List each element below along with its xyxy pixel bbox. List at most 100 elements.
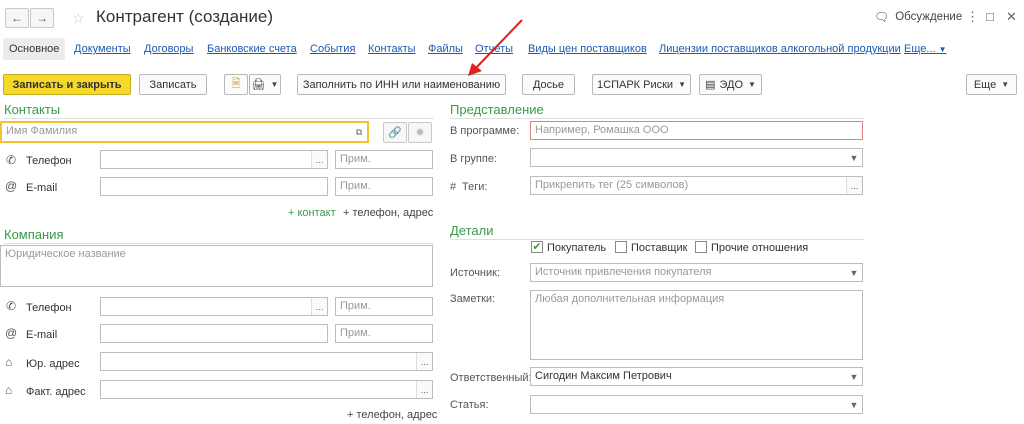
more-dots-icon[interactable]: ... — [416, 381, 432, 398]
legal-address-input[interactable]: ... — [100, 352, 433, 371]
tab-more[interactable]: Еще... ▼ — [904, 38, 947, 60]
responsible-value: Сигодин Максим Петрович — [535, 370, 672, 382]
create-based-on-button[interactable]: 🗎 — [224, 74, 248, 95]
email-icon: @ — [5, 179, 18, 193]
contact-name-input[interactable]: Имя Фамилия ⧉ — [0, 121, 369, 143]
details-section-title: Детали — [450, 223, 494, 238]
home-icon: ⌂ — [5, 355, 13, 369]
company-email-input[interactable] — [100, 324, 328, 343]
edo-icon: ▤ — [705, 79, 716, 91]
chevron-down-icon: ▼ — [678, 80, 686, 89]
tab-contacts[interactable]: Контакты — [368, 38, 416, 60]
source-placeholder: Источник привлечения покупателя — [535, 266, 712, 278]
tab-bank-accounts[interactable]: Банковские счета — [207, 38, 297, 60]
tags-label: Теги: — [462, 181, 488, 193]
tab-supplier-price-types[interactable]: Виды цен поставщиков — [528, 38, 647, 60]
tab-contracts[interactable]: Договоры — [144, 38, 193, 60]
tab-files[interactable]: Файлы — [428, 38, 463, 60]
discussion-label: Обсуждение — [895, 11, 963, 23]
company-email-note-input[interactable]: Прим. — [335, 324, 433, 343]
section-divider — [450, 239, 864, 240]
company-phone-input[interactable]: ... — [100, 297, 328, 316]
source-select[interactable]: Источник привлечения покупателя ▼ — [530, 263, 863, 282]
actual-address-label: Факт. адрес — [26, 386, 86, 398]
maximize-icon[interactable]: □ — [986, 9, 994, 24]
save-button[interactable]: Записать — [139, 74, 207, 95]
tags-placeholder: Прикрепить тег (25 символов) — [535, 179, 689, 191]
chevron-down-icon[interactable]: ▼ — [846, 396, 862, 413]
back-button[interactable]: ← — [5, 8, 29, 28]
favorite-star-icon[interactable]: ☆ — [72, 10, 85, 27]
in-group-select[interactable]: ▼ — [530, 148, 863, 167]
contact-email-note-input[interactable]: Прим. — [335, 177, 433, 196]
buyer-checkbox[interactable]: ✔ — [531, 241, 543, 253]
add-contact-link[interactable]: + контакт — [288, 207, 336, 219]
more-dots-icon[interactable]: ... — [846, 177, 862, 194]
tags-input[interactable]: Прикрепить тег (25 символов) ... — [530, 176, 863, 195]
forward-arrow-icon: → — [36, 11, 48, 25]
company-email-label: E-mail — [26, 329, 58, 341]
unlink-icon[interactable]: ✸ — [408, 122, 432, 143]
close-icon[interactable]: ✕ — [1006, 9, 1017, 25]
contact-name-placeholder: Имя Фамилия — [6, 125, 78, 137]
contact-phone-input[interactable]: ... — [100, 150, 328, 169]
chevron-down-icon: ▼ — [748, 80, 756, 89]
tab-more-label: Еще... — [904, 43, 936, 55]
discussion-icon: 🗨 — [874, 10, 890, 24]
notes-placeholder: Любая дополнительная информация — [535, 293, 725, 305]
chevron-down-icon[interactable]: ▼ — [846, 264, 862, 281]
tab-events[interactable]: События — [310, 38, 355, 60]
article-label: Статья: — [450, 399, 489, 411]
in-program-input[interactable]: Например, Ромашка ООО — [530, 121, 863, 140]
more-dots-icon[interactable]: ... — [416, 353, 432, 370]
back-arrow-icon: ← — [11, 11, 23, 25]
add-phone-address-link[interactable]: + телефон, адрес — [347, 409, 437, 421]
section-divider — [4, 118, 434, 119]
other-relations-label: Прочие отношения — [711, 242, 809, 254]
responsible-select[interactable]: Сигодин Максим Петрович ▼ — [530, 367, 863, 386]
print-button[interactable]: 🖨 ▼ — [249, 74, 281, 95]
other-relations-checkbox[interactable] — [695, 241, 707, 253]
spark-risks-button[interactable]: 1СПАРК Риски ▼ — [592, 74, 691, 95]
save-and-close-button[interactable]: Записать и закрыть — [3, 74, 131, 95]
contact-phone-note-input[interactable]: Прим. — [335, 150, 433, 169]
article-select[interactable]: ▼ — [530, 395, 863, 414]
company-phone-label: Телефон — [26, 302, 72, 314]
supplier-checkbox[interactable] — [615, 241, 627, 253]
add-phone-address-link[interactable]: + телефон, адрес — [343, 207, 433, 219]
more-label: Еще — [973, 78, 997, 91]
legal-address-label: Юр. адрес — [26, 358, 80, 370]
chevron-down-icon: ▼ — [1001, 80, 1010, 89]
discussion-button[interactable]: 🗨 Обсуждение — [874, 10, 962, 24]
printer-icon: 🖨 — [251, 79, 266, 91]
email-icon: @ — [5, 326, 18, 340]
kebab-menu-icon[interactable]: ⋮ — [966, 9, 979, 25]
notes-textarea[interactable]: Любая дополнительная информация — [530, 290, 863, 360]
contact-phone-label: Телефон — [26, 155, 72, 167]
legal-name-input[interactable]: Юридическое название — [0, 245, 433, 287]
page-title: Контрагент (создание) — [96, 7, 274, 26]
chevron-down-icon[interactable]: ▼ — [846, 149, 862, 166]
more-dots-icon[interactable]: ... — [311, 298, 327, 315]
link-icon[interactable]: 🔗 — [383, 122, 407, 143]
chevron-down-icon[interactable]: ▼ — [846, 368, 862, 385]
tab-main[interactable]: Основное — [3, 38, 66, 60]
tab-alcohol-licenses[interactable]: Лицензии поставщиков алкогольной продукц… — [659, 38, 901, 60]
annotation-arrow — [468, 19, 523, 76]
in-group-label: В группе: — [450, 153, 497, 165]
forward-button[interactable]: → — [30, 8, 54, 28]
tab-documents[interactable]: Документы — [74, 38, 131, 60]
copy-icon[interactable]: ⧉ — [351, 123, 367, 141]
company-phone-note-input[interactable]: Прим. — [335, 297, 433, 316]
notes-label: Заметки: — [450, 293, 496, 305]
more-dots-icon[interactable]: ... — [311, 151, 327, 168]
edo-button[interactable]: ▤ ЭДО ▼ — [699, 74, 762, 95]
supplier-label: Поставщик — [631, 242, 688, 254]
more-button[interactable]: Еще ▼ — [966, 74, 1017, 95]
phone-icon: ✆ — [6, 299, 17, 313]
actual-address-input[interactable]: ... — [100, 380, 433, 399]
contact-email-input[interactable] — [100, 177, 328, 196]
company-section-title: Компания — [4, 227, 64, 242]
chevron-down-icon: ▼ — [938, 45, 947, 54]
source-label: Источник: — [450, 267, 501, 279]
